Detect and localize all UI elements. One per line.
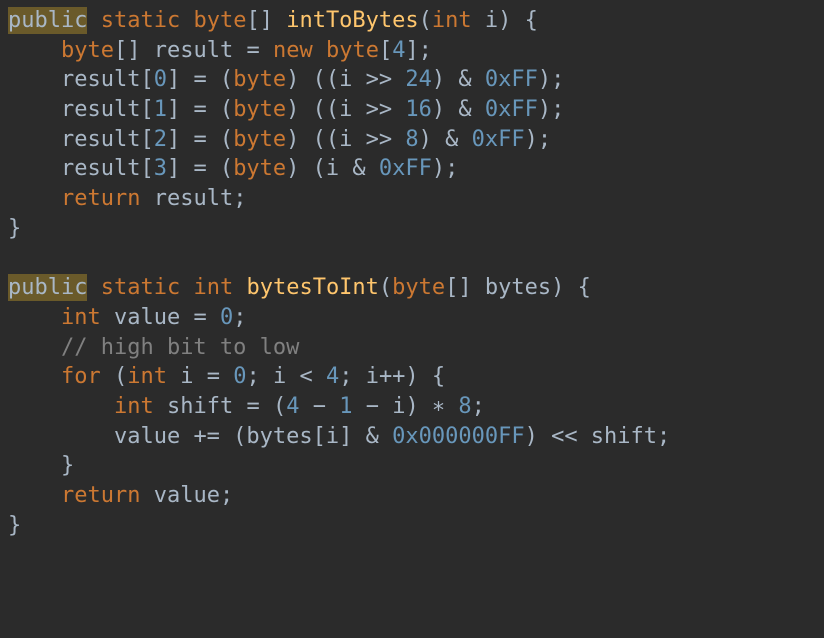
type-int: int (114, 394, 154, 419)
mask: 0xFF (379, 156, 432, 181)
param-type: int (432, 8, 472, 33)
type-byte: byte (326, 38, 379, 63)
mask: 0xFF (472, 127, 525, 152)
literal-4: 4 (326, 364, 339, 389)
keyword-return: return (61, 186, 140, 211)
shift-16: 16 (405, 97, 432, 122)
comment: // high bit to low (61, 335, 299, 360)
keyword-public: public (8, 7, 87, 34)
idx-2: 2 (154, 127, 167, 152)
var-value: value (114, 305, 180, 330)
literal-4: 4 (392, 38, 405, 63)
brackets: [] (246, 8, 273, 33)
mask: 0xFF (485, 97, 538, 122)
shift-24: 24 (405, 67, 432, 92)
param-name: i (485, 8, 498, 33)
method-name: intToBytes (286, 8, 418, 33)
var-value: value (154, 483, 220, 508)
literal-0: 0 (233, 364, 246, 389)
var-result: result (154, 38, 233, 63)
keyword-static: static (101, 275, 180, 300)
type-int: int (127, 364, 167, 389)
return-type: byte (193, 8, 246, 33)
literal-8: 8 (458, 394, 471, 419)
literal-4: 4 (286, 394, 299, 419)
literal-1: 1 (339, 394, 352, 419)
keyword-public: public (8, 274, 87, 301)
idx-0: 0 (154, 67, 167, 92)
type-int: int (61, 305, 101, 330)
param-name: bytes (485, 275, 551, 300)
keyword-return: return (61, 483, 140, 508)
keyword-static: static (101, 8, 180, 33)
brackets: [] (114, 38, 141, 63)
mask: 0xFF (485, 67, 538, 92)
brackets: [] (445, 275, 472, 300)
var-shift: shift (167, 394, 233, 419)
idx-1: 1 (154, 97, 167, 122)
idx-3: 3 (154, 156, 167, 181)
param-type: byte (392, 275, 445, 300)
var-result: result (154, 186, 233, 211)
return-type: int (193, 275, 233, 300)
literal-0: 0 (220, 305, 233, 330)
shift-8: 8 (405, 127, 418, 152)
mask-long: 0x000000FF (392, 424, 524, 449)
type-byte: byte (61, 38, 114, 63)
keyword-new: new (273, 38, 313, 63)
keyword-for: for (61, 364, 101, 389)
method-name: bytesToInt (246, 275, 378, 300)
code-block: public static byte[] intToBytes(int i) {… (0, 0, 824, 550)
